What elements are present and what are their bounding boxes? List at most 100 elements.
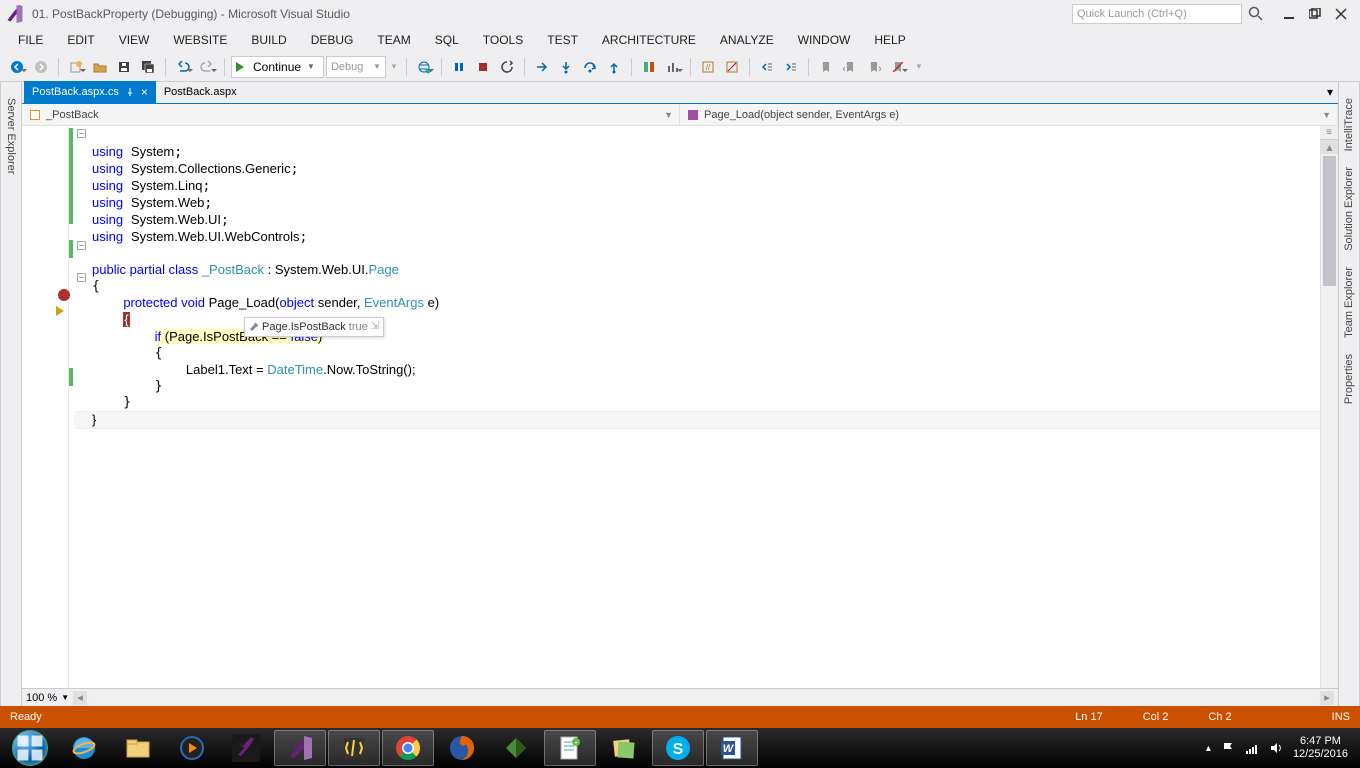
vs-logo-icon <box>6 5 24 23</box>
menu-architecture[interactable]: ARCHITECTURE <box>592 31 706 49</box>
volume-icon[interactable] <box>1269 741 1283 755</box>
show-next-statement-button[interactable] <box>531 56 553 78</box>
flag-icon[interactable] <box>1221 741 1235 755</box>
zoom-level[interactable]: 100 % <box>26 692 57 704</box>
menu-analyze[interactable]: ANALYZE <box>710 31 784 49</box>
menu-sql[interactable]: SQL <box>425 31 469 49</box>
code-nav-bar: _PostBack ▼ Page_Load(object sender, Eve… <box>22 104 1338 126</box>
network-icon[interactable] <box>1245 741 1259 755</box>
taskbar-clock[interactable]: 6:47 PM 12/25/2016 <box>1293 735 1348 761</box>
menu-tools[interactable]: TOOLS <box>473 31 533 49</box>
uncomment-button[interactable] <box>721 56 743 78</box>
open-file-button[interactable] <box>89 56 111 78</box>
clear-bookmarks-button[interactable] <box>887 56 909 78</box>
debug-tooltip[interactable]: Page.IsPostBack true ⇲ <box>244 317 384 337</box>
tray-overflow-icon[interactable]: ▴ <box>1206 743 1211 754</box>
step-out-button[interactable] <box>603 56 625 78</box>
new-project-button[interactable] <box>65 56 87 78</box>
indent-more-button[interactable] <box>780 56 802 78</box>
taskbar-ie[interactable] <box>58 730 110 766</box>
taskbar-skype[interactable]: S <box>652 730 704 766</box>
breakpoint-icon[interactable] <box>58 289 70 301</box>
editor-gutter[interactable]: − − − <box>22 126 74 688</box>
tab-postback-cs[interactable]: PostBack.aspx.cs × <box>24 81 156 103</box>
scrollbar-thumb[interactable] <box>1323 156 1336 286</box>
undo-button[interactable] <box>172 56 194 78</box>
properties-tab[interactable]: Properties <box>1341 346 1357 412</box>
pin-icon[interactable] <box>125 87 135 97</box>
menu-build[interactable]: BUILD <box>241 31 296 49</box>
menu-help[interactable]: HELP <box>864 31 915 49</box>
svg-text://: // <box>706 63 711 72</box>
system-tray[interactable]: ▴ 6:47 PM 12/25/2016 <box>1206 735 1356 761</box>
continue-button[interactable]: Continue ▼ <box>231 56 324 78</box>
indent-less-button[interactable] <box>756 56 778 78</box>
menu-test[interactable]: TEST <box>537 31 588 49</box>
next-bookmark-button[interactable] <box>863 56 885 78</box>
code-content[interactable]: using System; using System.Collections.G… <box>74 126 1320 688</box>
tab-overflow-button[interactable]: ▾ <box>1322 81 1338 103</box>
status-line: Ln 17 <box>1075 711 1103 723</box>
menu-edit[interactable]: EDIT <box>57 31 104 49</box>
nav-forward-button[interactable] <box>30 56 52 78</box>
browser-link-button[interactable] <box>413 56 435 78</box>
hscroll-left[interactable]: ◂ <box>73 691 87 705</box>
menu-website[interactable]: WEBSITE <box>163 31 237 49</box>
taskbar-app-green[interactable] <box>490 730 542 766</box>
taskbar-vs-active[interactable] <box>274 730 326 766</box>
taskbar-notepad[interactable]: + <box>544 730 596 766</box>
taskbar-firefox[interactable] <box>436 730 488 766</box>
pause-button[interactable] <box>448 56 470 78</box>
tab-postback-aspx[interactable]: PostBack.aspx <box>156 81 245 103</box>
save-all-button[interactable] <box>137 56 159 78</box>
stop-button[interactable] <box>472 56 494 78</box>
close-button[interactable] <box>1328 4 1354 24</box>
nav-back-button[interactable] <box>6 56 28 78</box>
comment-out-button[interactable]: // <box>697 56 719 78</box>
member-selector[interactable]: Page_Load(object sender, EventArgs e) ▼ <box>680 104 1338 125</box>
prev-bookmark-button[interactable] <box>839 56 861 78</box>
step-over-button[interactable] <box>579 56 601 78</box>
split-handle[interactable]: ≡ <box>1320 126 1338 140</box>
menu-debug[interactable]: DEBUG <box>301 31 364 49</box>
minimize-button[interactable] <box>1276 4 1302 24</box>
step-into-button[interactable] <box>555 56 577 78</box>
search-icon[interactable] <box>1248 6 1264 22</box>
restart-button[interactable] <box>496 56 518 78</box>
diagnostics-button[interactable] <box>662 56 684 78</box>
tab-label: PostBack.aspx <box>164 86 237 98</box>
taskbar-media-player[interactable] <box>166 730 218 766</box>
taskbar-devtools[interactable] <box>328 730 380 766</box>
menu-view[interactable]: VIEW <box>109 31 160 49</box>
vertical-scrollbar[interactable]: ▴ <box>1320 140 1338 688</box>
hscroll-right[interactable]: ▸ <box>1320 691 1334 705</box>
team-explorer-tab[interactable]: Team Explorer <box>1341 259 1357 346</box>
taskbar-vs-dark[interactable] <box>220 730 272 766</box>
start-button[interactable] <box>4 730 56 766</box>
menu-file[interactable]: FILE <box>8 31 53 49</box>
bookmark-button[interactable] <box>815 56 837 78</box>
windows-taskbar: + S W ▴ 6:47 PM 12/25/2016 <box>0 728 1360 768</box>
taskbar-sticky-notes[interactable] <box>598 730 650 766</box>
code-editor[interactable]: − − − using System; using System.Collect… <box>22 126 1338 688</box>
current-statement-icon <box>56 306 69 316</box>
save-button[interactable] <box>113 56 135 78</box>
intellitrace-button[interactable] <box>638 56 660 78</box>
class-selector[interactable]: _PostBack ▼ <box>22 104 680 125</box>
close-icon[interactable]: × <box>141 85 148 99</box>
redo-button[interactable] <box>196 56 218 78</box>
intellitrace-tab[interactable]: IntelliTrace <box>1341 90 1357 159</box>
taskbar-word[interactable]: W <box>706 730 758 766</box>
menu-window[interactable]: WINDOW <box>788 31 861 49</box>
server-explorer-tab[interactable]: Server Explorer <box>3 90 19 182</box>
maximize-button[interactable] <box>1302 4 1328 24</box>
taskbar-chrome[interactable] <box>382 730 434 766</box>
horizontal-scrollbar[interactable] <box>95 691 1312 705</box>
taskbar-explorer[interactable] <box>112 730 164 766</box>
quick-launch-input[interactable]: Quick Launch (Ctrl+Q) <box>1072 4 1242 24</box>
menu-team[interactable]: TEAM <box>367 31 420 49</box>
expand-icon[interactable]: ⇲ <box>371 319 379 335</box>
solution-explorer-tab[interactable]: Solution Explorer <box>1341 159 1357 259</box>
toolbar: Continue ▼ Debug▼ ▼ // ▼ <box>0 52 1360 82</box>
config-dropdown[interactable]: Debug▼ <box>326 56 386 78</box>
